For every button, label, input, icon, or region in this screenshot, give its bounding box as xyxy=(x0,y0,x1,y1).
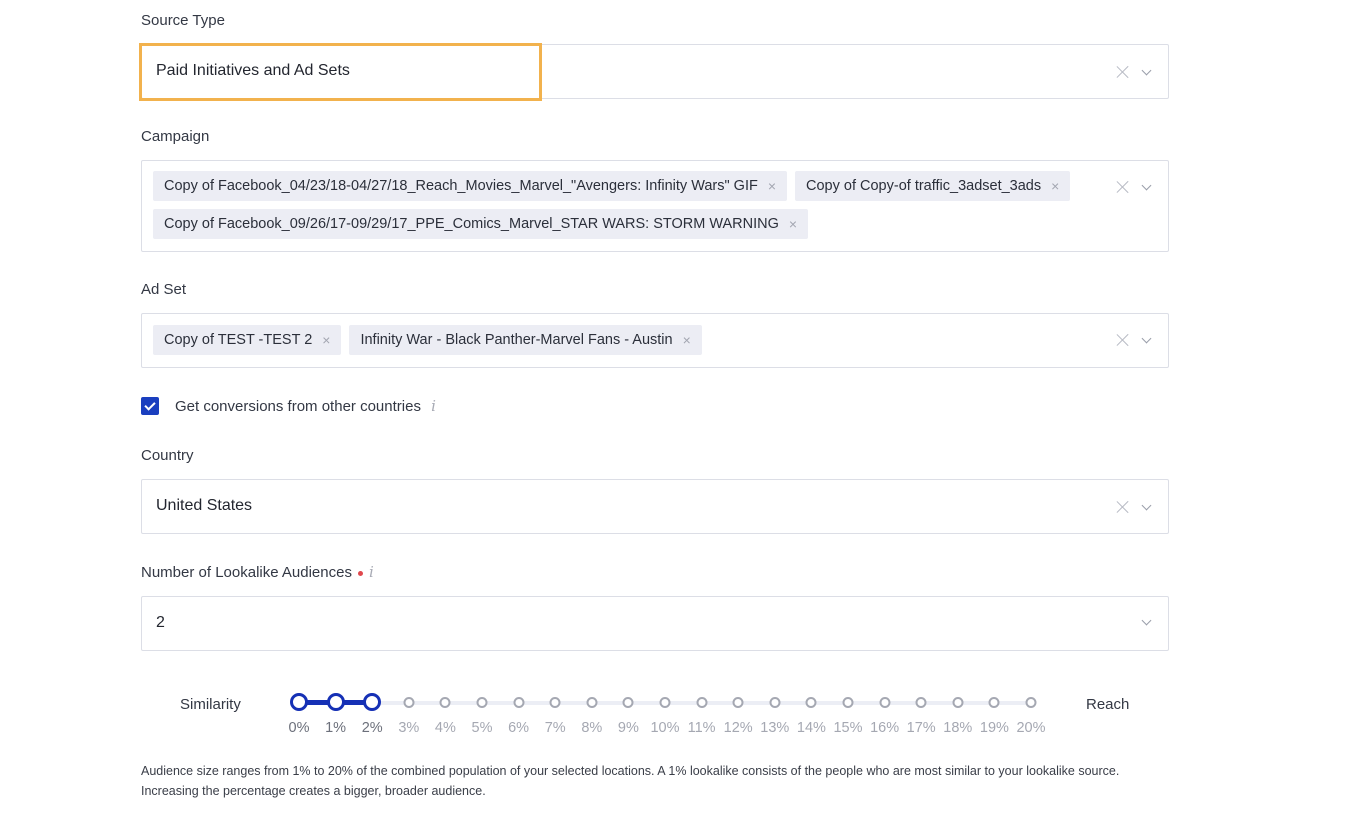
ad-set-label: Ad Set xyxy=(141,281,187,298)
campaign-label: Campaign xyxy=(141,128,210,145)
conversions-checkbox[interactable] xyxy=(141,397,159,415)
slider-stop[interactable] xyxy=(732,697,744,708)
clear-icon[interactable] xyxy=(1116,500,1130,514)
chevron-down-icon[interactable] xyxy=(1140,67,1154,77)
country-value: United States xyxy=(156,497,253,514)
slider-stop-label: 7% xyxy=(544,720,566,736)
lookalike-count-label-row: Number of Lookalike Audiences i xyxy=(141,563,374,581)
slider-stop-label: 1% xyxy=(325,720,347,736)
chevron-down-icon[interactable] xyxy=(1140,502,1154,512)
lookalike-count-select[interactable]: 2 xyxy=(141,596,1169,651)
remove-tag-icon[interactable]: × xyxy=(789,216,797,232)
similarity-reach-slider[interactable]: Similarity Reach 0% 1% 2% 3% 4% 5% 6% 7% 8% 9% 10%… xyxy=(0,688,1346,738)
source-type-select[interactable]: Paid Initiatives and Ad Sets xyxy=(141,44,1169,99)
campaign-tag: Copy of Facebook_09/26/17-09/29/17_PPE_C… xyxy=(153,209,809,239)
slider-stop[interactable] xyxy=(769,697,781,708)
campaign-tag-label: Copy of Facebook_04/23/18-04/27/18_Reach… xyxy=(164,178,758,194)
slider-stop[interactable] xyxy=(805,697,817,708)
slider-stop-label: 10% xyxy=(650,720,680,736)
slider-stop[interactable] xyxy=(439,697,451,708)
campaign-tag: Copy of Copy-of traffic_3adset_3ads × xyxy=(795,171,1071,201)
slider-stop-label: 8% xyxy=(581,720,603,736)
slider-stop-label: 20% xyxy=(1016,720,1046,736)
campaign-select[interactable]: Copy of Facebook_04/23/18-04/27/18_Reach… xyxy=(141,160,1169,252)
clear-icon[interactable] xyxy=(1116,333,1130,347)
slider-stop-label: 14% xyxy=(796,720,826,736)
slider-stop[interactable] xyxy=(622,697,634,708)
campaign-tag-label: Copy of Copy-of traffic_3adset_3ads xyxy=(806,178,1042,194)
clear-icon[interactable] xyxy=(1116,180,1130,194)
slider-stop-label: 12% xyxy=(723,720,753,736)
slider-stop-label: 0% xyxy=(288,720,310,736)
info-icon[interactable]: i xyxy=(369,563,374,581)
slider-stop[interactable] xyxy=(549,697,561,708)
clear-icon[interactable] xyxy=(1116,65,1130,79)
slider-stop-label: 3% xyxy=(398,720,420,736)
lookalike-count-label: Number of Lookalike Audiences xyxy=(141,564,352,581)
help-text: Audience size ranges from 1% to 20% of t… xyxy=(141,764,1120,798)
slider-stop[interactable] xyxy=(659,697,671,708)
slider-stop[interactable] xyxy=(290,693,308,711)
lookalike-count-value: 2 xyxy=(156,614,165,631)
slider-stop-label: 9% xyxy=(617,720,639,736)
slider-stop[interactable] xyxy=(363,693,382,711)
ad-set-tag: Copy of TEST -TEST 2 × xyxy=(153,325,342,355)
campaign-tag: Copy of Facebook_04/23/18-04/27/18_Reach… xyxy=(153,171,788,201)
ad-set-select[interactable]: Copy of TEST -TEST 2 × Infinity War - Bl… xyxy=(141,313,1169,368)
chevron-down-icon[interactable] xyxy=(1140,617,1154,627)
slider-stop-label: 5% xyxy=(471,720,493,736)
slider-stop-label: 17% xyxy=(906,720,936,736)
required-indicator xyxy=(357,570,363,576)
remove-tag-icon[interactable]: × xyxy=(683,332,691,348)
slider-stop-label: 4% xyxy=(434,720,456,736)
slider-stop-label: 2% xyxy=(361,720,383,736)
slider-stop-label: 13% xyxy=(760,720,790,736)
slider-stop-label: 11% xyxy=(687,720,716,736)
reach-label: Reach xyxy=(1086,696,1130,713)
source-type-label: Source Type xyxy=(141,12,225,29)
chevron-down-icon[interactable] xyxy=(1140,182,1154,192)
slider-stop[interactable] xyxy=(1025,697,1037,708)
campaign-tag-label: Copy of Facebook_09/26/17-09/29/17_PPE_C… xyxy=(164,216,779,232)
slider-stop[interactable] xyxy=(915,697,927,708)
slider-stop[interactable] xyxy=(403,697,415,708)
country-label: Country xyxy=(141,447,194,464)
chevron-down-icon[interactable] xyxy=(1140,335,1154,345)
slider-stop[interactable] xyxy=(513,697,525,708)
ad-set-tag-label: Copy of TEST -TEST 2 xyxy=(164,332,313,348)
slider-stop[interactable] xyxy=(842,697,854,708)
slider-stop[interactable] xyxy=(696,697,708,708)
slider-stop[interactable] xyxy=(988,697,1000,708)
conversions-label[interactable]: Get conversions from other countries xyxy=(175,398,421,415)
ad-set-tag-label: Infinity War - Black Panther-Marvel Fans… xyxy=(360,332,673,348)
similarity-label: Similarity xyxy=(180,696,241,713)
conversions-row: Get conversions from other countries i xyxy=(175,397,436,415)
slider-stop[interactable] xyxy=(586,697,598,708)
slider-stop-label: 16% xyxy=(870,720,900,736)
slider-stop[interactable] xyxy=(952,697,964,708)
source-type-value: Paid Initiatives and Ad Sets xyxy=(156,62,350,79)
slider-stop-label: 19% xyxy=(979,720,1009,736)
slider-stop-label: 18% xyxy=(943,720,973,736)
country-select[interactable]: United States xyxy=(141,479,1169,534)
slider-stop[interactable] xyxy=(879,697,891,708)
info-icon[interactable]: i xyxy=(431,397,436,415)
slider-stop[interactable] xyxy=(476,697,488,708)
ad-set-tag: Infinity War - Black Panther-Marvel Fans… xyxy=(349,325,702,355)
remove-tag-icon[interactable]: × xyxy=(322,332,330,348)
remove-tag-icon[interactable]: × xyxy=(768,178,776,194)
slider-stop-label: 15% xyxy=(833,720,863,736)
remove-tag-icon[interactable]: × xyxy=(1051,178,1059,194)
slider-stop-label: 6% xyxy=(508,720,530,736)
slider-stop[interactable] xyxy=(326,693,345,711)
